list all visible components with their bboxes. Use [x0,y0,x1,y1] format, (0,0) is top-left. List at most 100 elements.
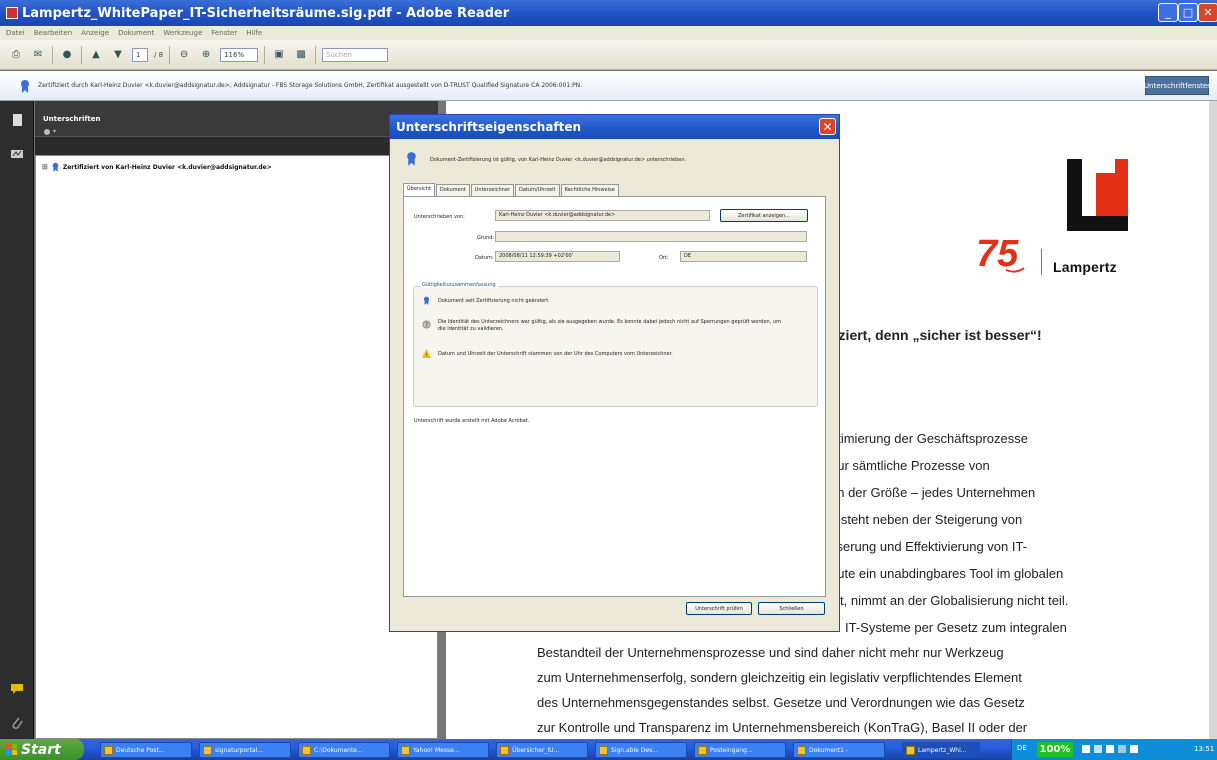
location-label: Ort: [659,255,669,261]
tray-icon[interactable] [1106,745,1114,753]
maximize-button[interactable]: □ [1178,3,1198,22]
start-label: Start [21,741,61,758]
certified-ribbon-icon [21,79,29,93]
dialog-close-button[interactable]: ✕ [819,118,836,135]
dialog-summary: Dokument-Zertifizierung ist gültig, von … [430,157,687,163]
menu-help[interactable]: Hilfe [246,29,262,37]
taskbar-item-label: Übersicher_IU... [512,746,560,754]
language-indicator[interactable]: DE [1017,744,1027,752]
menu-view[interactable]: Anzeige [81,29,109,37]
start-button[interactable]: Start [0,739,84,760]
email-icon[interactable]: ✉ [30,47,46,63]
minimize-button[interactable]: _ [1158,3,1178,22]
taskbar-item[interactable]: Übersicher_IU... [496,742,588,758]
taskbar-item[interactable]: Deutsche Post... [100,742,192,758]
options-icon[interactable] [43,127,57,137]
validate-signature-button[interactable]: Unterschrift prüfen [686,602,752,615]
taskbar-item[interactable]: Posteingang... [694,742,786,758]
taskbar-item[interactable]: Dokument1 - [793,742,885,758]
taskbar-item[interactable]: Sign.able Dev... [595,742,687,758]
document-line: on der Größe – jedes Unternehmen [830,485,1036,500]
document-line: des Unternehmensgegenstandes selbst. Ges… [537,695,1025,710]
signed-by-field: Karl-Heinz Duvier <k.duvier@addsignatur.… [495,210,710,221]
tray-icon[interactable] [1082,745,1090,753]
dialog-close-action-button[interactable]: Schließen [758,602,825,615]
created-with-text: Unterschrift wurde erstellt mit Adobe Ac… [414,418,530,424]
company-name: Lampertz [1053,259,1117,275]
dialog-title: Unterschriftseigenschaften [396,120,582,134]
tray-icon[interactable] [1130,745,1138,753]
print-icon[interactable]: ⎙ [8,47,24,63]
tab-document[interactable]: Dokument [435,184,470,196]
certified-ribbon-icon [423,296,430,305]
zoom-in-icon[interactable]: ⊕ [198,47,214,63]
reason-label: Grund: [477,235,495,241]
date-field: 2008/08/11 12:59:39 +02'00' [495,251,620,262]
taskbar-item-label: Lampertz_Whi... [918,746,967,754]
fit-width-icon[interactable]: ▩ [293,47,309,63]
taskbar-item[interactable]: Yahoo! Messe... [397,742,489,758]
taskbar-item-active[interactable]: Lampertz_Whi... [902,742,980,758]
signature-status-bar: Zertifiziert durch Karl-Heinz Duvier <k.… [0,71,1217,101]
pages-icon[interactable] [10,113,24,127]
zoom-indicator: 100% [1037,742,1073,757]
taskbar-item[interactable]: C:\Dokumente... [298,742,390,758]
page-number-input[interactable]: 1 [132,47,148,62]
menu-edit[interactable]: Bearbeiten [34,29,72,37]
anniversary-75-logo: 75 [976,233,1025,275]
expand-icon[interactable]: ⊞ [42,163,48,171]
document-line: eute ein unabdingbares Tool im globalen [830,566,1064,581]
tab-legal-notices[interactable]: Rechtliche Hinweise [560,184,619,196]
tab-date-time[interactable]: Datum/Uhrzeit [514,184,560,196]
tray-icon[interactable] [1118,745,1126,753]
navigation-panel [0,101,34,739]
zoom-out-icon[interactable]: ⊖ [176,47,192,63]
lampertz-l-shape [1067,159,1128,231]
show-certificate-button[interactable]: Zertifikat anzeigen... [720,209,808,222]
menu-tools[interactable]: Werkzeuge [163,29,202,37]
identity-question-icon: ? [422,320,431,329]
overview-tab-panel: Unterschrieben von: Karl-Heinz Duvier <k… [403,196,826,597]
adobe-reader-icon [6,7,18,19]
app-icon [302,745,311,755]
document-line: IT-Systeme per Gesetz zum integralen [845,620,1067,635]
taskbar-item-label: C:\Dokumente... [314,746,363,754]
collaborate-icon[interactable]: ● [59,47,75,63]
tab-overview[interactable]: Übersicht [403,183,435,196]
taskbar-item[interactable]: signaturportal... [199,742,291,758]
menu-document[interactable]: Dokument [118,29,154,37]
signature-tree-item[interactable]: ⊞ Zertifiziert von Karl-Heinz Duvier <k.… [42,162,272,172]
app-icon [599,745,608,755]
signature-panel-button[interactable]: Unterschriftfenster [1144,76,1210,95]
app-icon [797,745,806,755]
tab-signer[interactable]: Unterzeichner [470,184,514,196]
attachments-icon[interactable] [10,716,24,730]
comments-icon[interactable] [10,682,24,696]
taskbar-item-label: Posteingang... [710,746,753,754]
tray-icon[interactable] [1094,745,1102,753]
signatures-icon[interactable] [10,147,24,161]
search-input[interactable]: Suchen [322,47,389,62]
close-window-button[interactable]: ✕ [1198,3,1217,22]
fit-page-icon[interactable]: ▣ [271,47,287,63]
validity-summary-group: Gültigkeitszusammenfassung Dokument seit… [413,282,818,407]
menu-file[interactable]: Datei [6,29,25,37]
lampertz-logo-mark [1067,159,1128,231]
vertical-scrollbar[interactable] [1209,101,1217,739]
document-heading: fiziert, denn „sicher ist besser“! [830,327,1042,343]
dialog-titlebar: Unterschriftseigenschaften [390,115,839,139]
signatures-panel-title: Unterschriften [43,115,101,123]
location-field: DE [680,251,807,262]
document-line: zur Kontrolle und Transparenz im Unterne… [537,720,1028,735]
taskbar-item-label: Yahoo! Messe... [413,746,460,754]
previous-page-icon[interactable]: ▲ [88,47,104,63]
menu-window[interactable]: Fenster [211,29,237,37]
zoom-select[interactable]: 116% [220,47,259,62]
clock: 13:51 [1194,745,1215,753]
anniversary-number: 75 [976,233,1019,275]
app-icon [104,745,113,755]
document-line: ptimierung der Geschäftsprozesse [830,431,1028,446]
next-page-icon[interactable]: ▼ [110,47,126,63]
signed-by-label: Unterschrieben von: [414,214,465,220]
document-line: Bestandteil der Unternehmensprozesse und… [537,645,1004,660]
